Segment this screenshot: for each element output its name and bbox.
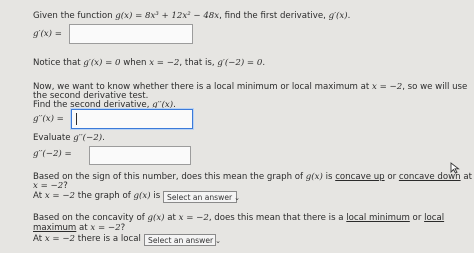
evaluate-line: Evaluate g′′(−2). <box>33 133 105 143</box>
concavity-line2-end: ? <box>63 181 68 191</box>
intro-line: Given the function g(x) = 8x³ + 12x² − 4… <box>33 11 350 21</box>
second-derivative-label: g′′(x) = <box>33 114 64 124</box>
text-caret <box>76 113 77 125</box>
concavity-answer-eq2: g(x) <box>133 191 151 201</box>
evaluate-input[interactable] <box>89 146 191 165</box>
concavity-text-b: is <box>322 172 336 182</box>
concavity-or: or <box>384 172 399 182</box>
extremum-line2-end: ? <box>120 223 126 233</box>
local-q-eq: x = −2 <box>372 82 403 92</box>
concavity-answer-text-b: the graph of <box>75 191 134 201</box>
local-minimum-term: local minimum <box>346 213 410 223</box>
extremum-text-c: , does this mean that there is a <box>208 213 347 223</box>
chevron-down-icon: ⌄ <box>234 194 241 202</box>
notice-text2: when <box>120 58 150 68</box>
concavity-answer-eq: x = −2 <box>44 191 76 201</box>
notice-eq3: g′(−2) = 0 <box>217 58 263 68</box>
extremum-line2-eq: x = −2 <box>90 223 121 233</box>
maximum-term: maximum <box>33 223 77 233</box>
notice-eq1: g′(x) = 0 <box>83 58 121 68</box>
evaluate-end: . <box>102 133 105 143</box>
extremum-answer-text-a: At <box>33 234 45 244</box>
chevron-down-icon: ⌄ <box>215 237 222 245</box>
notice-end: . <box>262 58 266 68</box>
extremum-question-line1: Based on the concavity of g(x) at x = −2… <box>33 213 444 223</box>
extremum-answer-eq: x = −2 <box>44 234 76 244</box>
concavity-eq: g(x) <box>305 172 323 182</box>
first-derivative-label: g′(x) = <box>33 29 62 39</box>
concavity-question-line2: x = −2? <box>33 181 68 191</box>
evaluate-eq: g′′(−2) <box>73 133 103 143</box>
extremum-select-value: Select an answer <box>148 236 214 245</box>
concavity-select-value: Select an answer <box>167 193 233 202</box>
extremum-text-b: at <box>164 213 179 223</box>
concavity-at: at <box>460 172 472 182</box>
concave-down-term: concave down <box>398 172 461 182</box>
concavity-answer-text-a: At <box>33 191 45 201</box>
local-q-text-b: , so we will use <box>402 82 468 92</box>
evaluate-text: Evaluate <box>33 133 74 143</box>
target-derivative: g′(x) <box>328 11 348 21</box>
notice-text3: , that is, <box>179 58 218 68</box>
extremum-or: or <box>409 213 425 223</box>
notice-line: Notice that g′(x) = 0 when x = −2, that … <box>33 58 265 68</box>
intro-suffix: , find the first derivative, <box>219 11 329 21</box>
first-derivative-input[interactable] <box>69 24 193 44</box>
intro-end: . <box>347 11 351 21</box>
extremum-text-a: Based on the concavity of <box>33 213 148 223</box>
concave-up-term: concave up <box>335 172 385 182</box>
evaluate-label: g′′(−2) = <box>33 149 72 159</box>
extremum-eq2: x = −2 <box>178 213 209 223</box>
intro-prefix: Given the function <box>33 11 116 21</box>
extremum-select[interactable]: Select an answer ⌄ <box>144 234 221 246</box>
concavity-text-a: Based on the sign of this number, does t… <box>33 172 306 182</box>
concavity-line2-eq: x = −2 <box>33 181 64 191</box>
local-term: local <box>424 213 445 223</box>
notice-eq2: x = −2 <box>149 58 180 68</box>
concavity-question-line1: Based on the sign of this number, does t… <box>33 172 472 182</box>
second-derivative-input[interactable] <box>71 109 193 129</box>
extremum-eq: g(x) <box>147 213 165 223</box>
concavity-answer-text-c: is <box>150 191 161 201</box>
notice-text1: Notice that <box>33 58 84 68</box>
extremum-line2-text: at <box>76 223 91 233</box>
extremum-question-line2: maximum at x = −2? <box>33 223 125 233</box>
concavity-select[interactable]: Select an answer ⌄ <box>163 191 241 203</box>
extremum-answer-line: At x = −2 there is a local <box>33 234 141 244</box>
function-expression: g(x) = 8x³ + 12x² − 48x <box>115 11 220 21</box>
extremum-answer-text-b: there is a local <box>75 234 141 244</box>
concavity-answer-line: At x = −2 the graph of g(x) is <box>33 191 160 201</box>
